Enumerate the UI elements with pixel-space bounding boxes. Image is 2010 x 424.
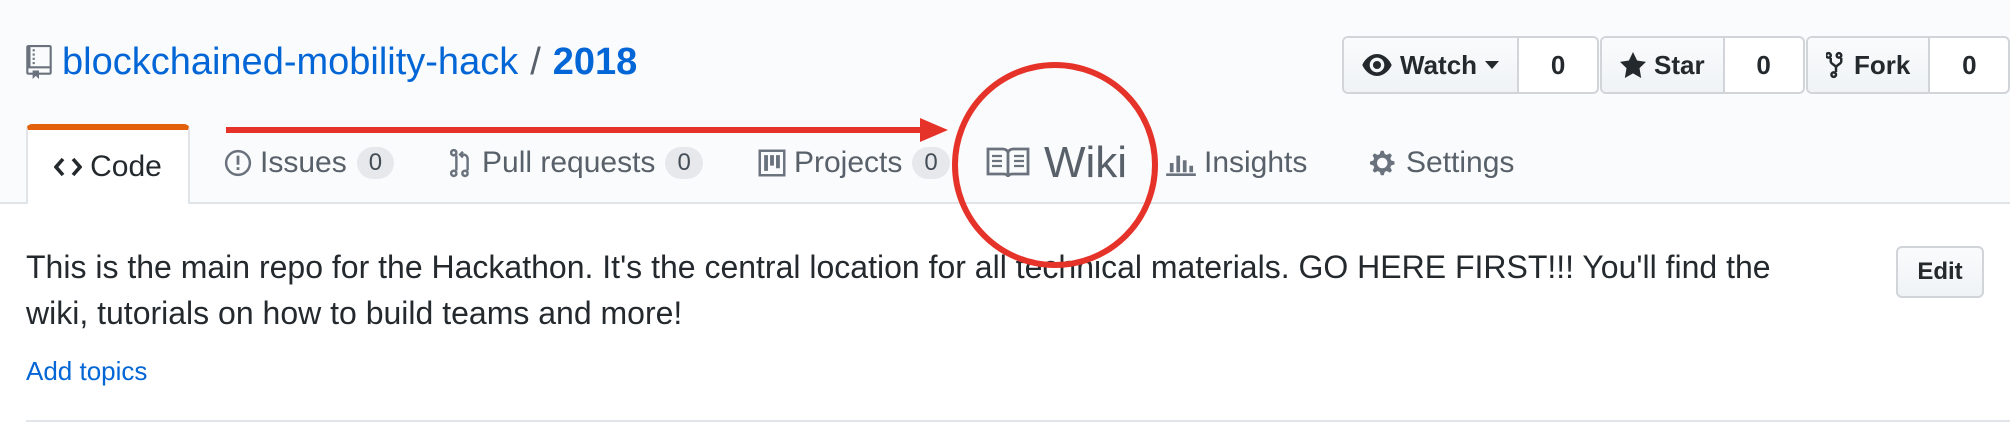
- annotation-arrow: [226, 118, 948, 142]
